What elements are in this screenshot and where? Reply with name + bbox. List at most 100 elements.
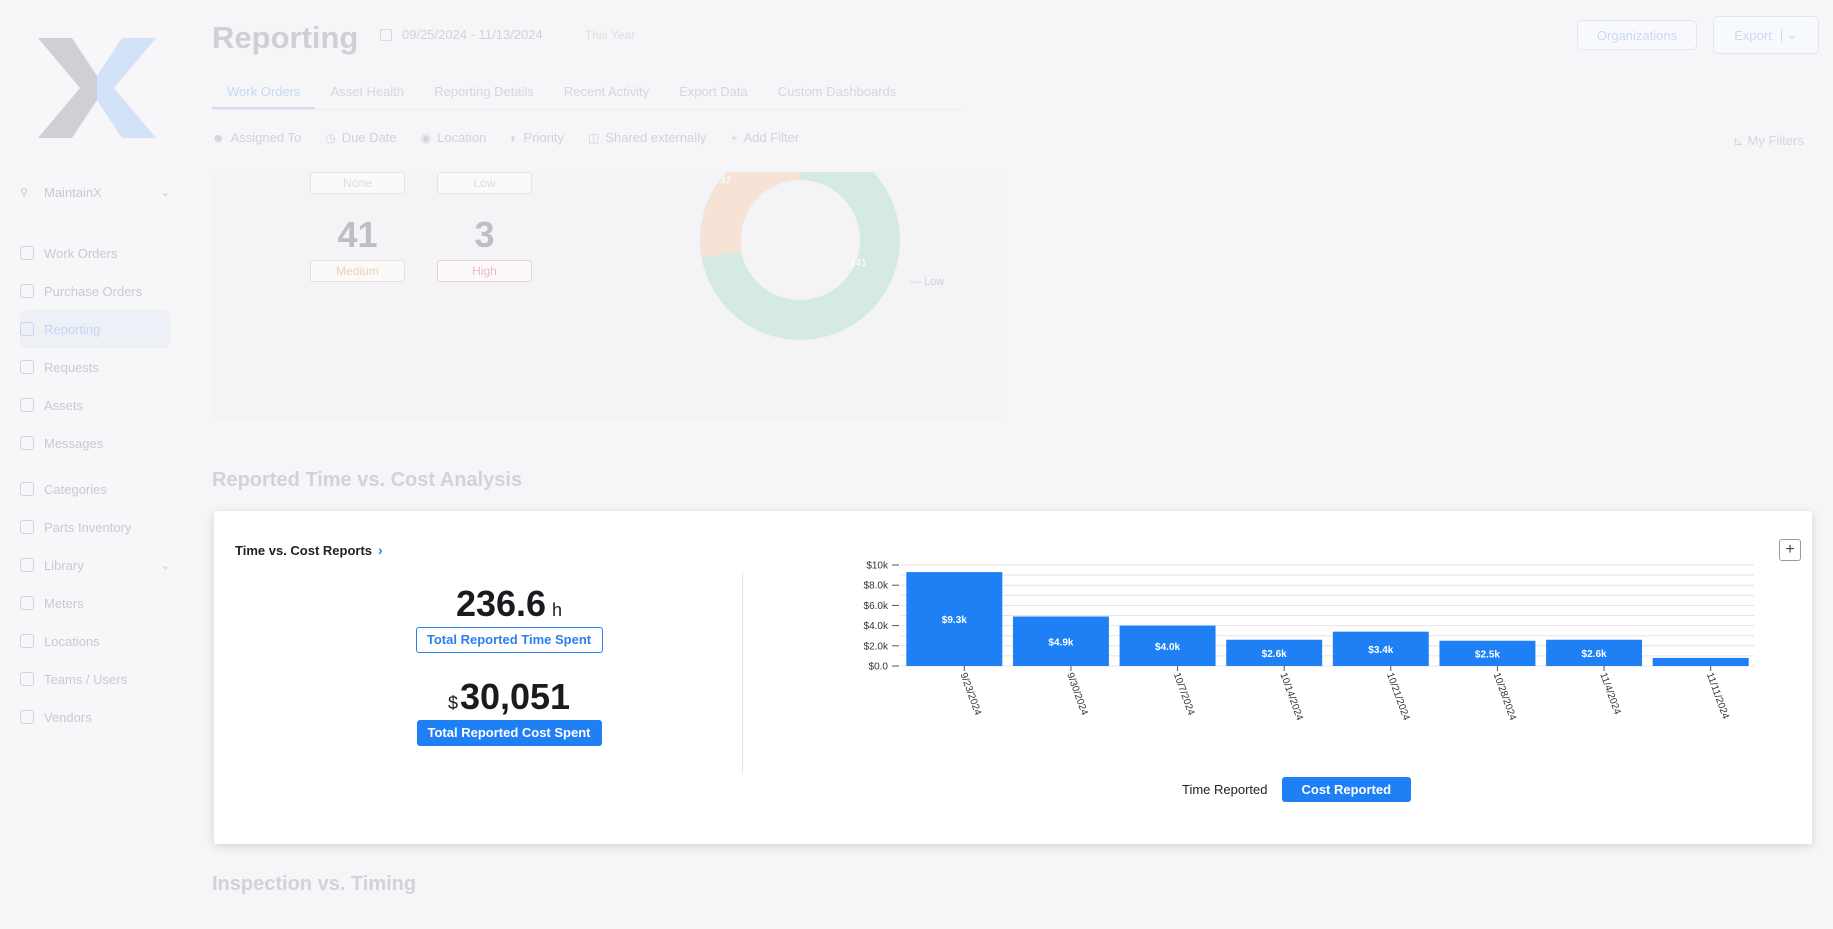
org-name: MaintainX [44,184,102,200]
organizations-label: Organizations [1596,27,1678,43]
sidebar-nav: Work Orders Purchase Orders Reporting Re… [20,234,170,736]
sidebar-item-parts-inventory[interactable]: Parts Inventory [20,508,170,546]
y-tick-label: $0.0 [869,662,889,673]
sidebar-item-locations[interactable]: Locations [20,622,170,660]
donut-low-text: Low [924,276,945,288]
chevron-down-icon: ⌄ [160,186,170,199]
x-tick-label: 9/30/2024 [1064,671,1090,717]
donut-slice-medium [721,160,800,254]
toggle-cost-reported[interactable]: Cost Reported [1281,777,1412,802]
chevron-right-icon: › [378,542,383,558]
page-title: Reporting [212,20,359,55]
card-divider [742,573,743,773]
sidebar-item-label: Messages [44,435,104,451]
sidebar-item-requests[interactable]: Requests [20,348,170,386]
sidebar-item-assets[interactable]: Assets [20,386,170,424]
sidebar-item-work-orders[interactable]: Work Orders [20,234,170,272]
priority-none-badge: None [310,172,405,194]
x-tick-label: 10/21/2024 [1384,671,1412,722]
date-range-hint: This Year [585,28,636,42]
filter-shared-externally[interactable]: ◫ Shared externally [588,130,707,145]
sidebar-item-messages[interactable]: Messages [20,424,170,462]
sidebar-item-meters[interactable]: Meters [20,584,170,622]
export-button[interactable]: Export | ⌄ [1713,16,1819,54]
calendar-icon [380,28,392,41]
card-title-link[interactable]: Time vs. Cost Reports › [235,542,383,558]
filter-label: Shared externally [605,130,707,145]
tab-custom-dashboards[interactable]: Custom Dashboards [763,80,912,109]
reporting-icon [20,322,34,336]
filter-due-date[interactable]: ◷ Due Date [325,130,396,145]
pin-icon: ◉ [420,130,432,145]
locations-icon [20,634,34,648]
tab-work-orders[interactable]: Work Orders [212,80,316,109]
toggle-time-reported[interactable]: Time Reported [1168,777,1282,802]
filter-label: Due Date [341,130,397,145]
library-icon [20,558,34,572]
cost-metric-value: $30,051 [394,676,624,718]
x-tick-label: 9/23/2024 [957,671,983,717]
x-tick-label: 11/4/2024 [1597,671,1622,716]
sidebar: ⚲ MaintainX ⌄ Work Orders Purchase Order… [0,0,200,929]
x-tick-label: 10/14/2024 [1277,671,1305,722]
y-tick-label: $10k [866,561,889,572]
donut-low-label: — Low [910,276,944,288]
bar-data-label: $9.3k [942,615,967,626]
card-title: Time vs. Cost Reports [235,542,373,558]
sidebar-item-label: Requests [44,359,99,375]
sidebar-item-reporting[interactable]: Reporting [20,310,170,348]
sidebar-item-vendors[interactable]: Vendors [20,698,170,736]
cost-metric: $30,051 Total Reported Cost Spent [394,676,624,746]
export-label: Export [1734,27,1772,43]
organizations-button[interactable]: Organizations [1577,20,1697,50]
x-tick-label: 10/7/2024 [1171,671,1197,717]
sidebar-item-teams-users[interactable]: Teams / Users [20,660,170,698]
filter-location[interactable]: ◉ Location [421,130,487,145]
tab-export-data[interactable]: Export Data [664,80,763,109]
meters-icon [20,596,34,610]
share-icon: ◫ [587,130,600,145]
cost-value: 30,051 [459,676,571,717]
requests-icon [20,360,34,374]
my-filters-button[interactable]: ⊾ My Filters [1733,133,1804,149]
sidebar-item-label: Purchase Orders [44,283,143,299]
sidebar-item-purchase-orders[interactable]: Purchase Orders [20,272,170,310]
filter-bar: ☻ Assigned To ◷ Due Date ◉ Location ◐ Priori… [212,130,799,145]
tab-recent-activity[interactable]: Recent Activity [549,80,664,109]
bar-data-label: $3.4k [1368,645,1393,656]
sidebar-item-library[interactable]: Library ⌄ [20,546,170,584]
section-title-inspection: Inspection vs. Timing [212,873,417,895]
time-metric-label: Total Reported Time Spent [415,627,603,653]
section-title-time-cost: Reported Time vs. Cost Analysis [212,469,523,491]
chart-bar[interactable] [1652,657,1749,666]
time-metric: 236.6 h Total Reported Time Spent [394,583,624,653]
priority-medium-count: 41 [337,214,378,255]
date-range-picker[interactable]: 09/25/2024 - 11/13/2024 [380,27,543,42]
time-metric-value: 236.6 h [394,583,624,625]
sidebar-item-categories[interactable]: Categories [20,470,170,508]
vendors-icon [20,710,34,724]
tab-asset-health[interactable]: Asset Health [315,80,419,109]
bar-data-label: $4.0k [1155,642,1180,653]
maintainx-logo-icon[interactable] [38,38,156,138]
y-tick-label: $4.0k [864,621,889,632]
tab-reporting-details[interactable]: Reporting Details [419,80,549,109]
filter-priority[interactable]: ◐ Priority [510,130,564,145]
org-switcher[interactable]: ⚲ MaintainX ⌄ [20,182,170,202]
bar-data-label: $2.6k [1582,649,1607,660]
plus-icon: + [730,130,738,145]
date-range-value: 09/25/2024 - 11/13/2024 [402,27,543,42]
x-tick-label: 10/28/2024 [1491,671,1519,722]
filter-assigned-to[interactable]: ☻ Assigned To [212,130,301,145]
add-filter-button[interactable]: + Add Filter [731,130,800,145]
chart-toggle: Time Reported Cost Reported [1168,777,1412,802]
donut-slice-a-label: 47 [720,176,732,187]
sidebar-item-label: Categories [44,481,107,497]
time-unit: h [552,600,563,620]
x-tick-label: 11/11/2024 [1704,671,1731,721]
chevron-down-icon: ⌄ [160,559,170,572]
bar-data-label: $2.6k [1262,649,1287,660]
filter-label: Assigned To [230,130,302,145]
chevron-down-icon: | ⌄ [1779,27,1798,42]
